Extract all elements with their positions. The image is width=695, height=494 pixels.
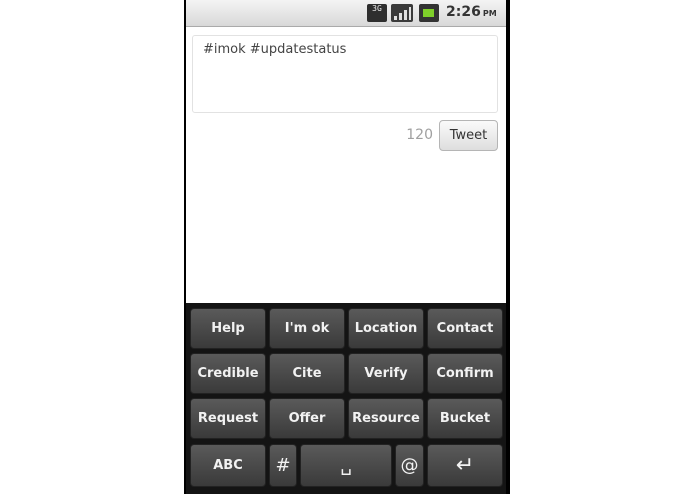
custom-keyboard: Help I'm ok Location Contact Credible Ci… bbox=[186, 303, 506, 494]
key-credible[interactable]: Credible bbox=[190, 353, 266, 394]
tweet-text-input[interactable]: #imok #updatestatus bbox=[192, 35, 498, 113]
key-cite[interactable]: Cite bbox=[269, 353, 345, 394]
key-contact[interactable]: Contact bbox=[427, 308, 503, 349]
key-confirm[interactable]: Confirm bbox=[427, 353, 503, 394]
status-bar: 3G 2:26 PM bbox=[186, 0, 506, 27]
compose-area: #imok #updatestatus 120 Tweet bbox=[186, 27, 506, 304]
signal-icon bbox=[391, 4, 413, 22]
character-counter: 120 bbox=[406, 127, 433, 143]
key-space[interactable]: ␣ bbox=[300, 444, 392, 487]
key-hash[interactable]: # bbox=[269, 444, 297, 487]
phone-screen: 3G 2:26 PM #imok #updatestatus 120 Tweet … bbox=[184, 0, 510, 494]
key-location[interactable]: Location bbox=[348, 308, 424, 349]
network-3g-icon: 3G bbox=[367, 4, 387, 22]
key-im-ok[interactable]: I'm ok bbox=[269, 308, 345, 349]
key-offer[interactable]: Offer bbox=[269, 398, 345, 439]
key-help[interactable]: Help bbox=[190, 308, 266, 349]
key-resource[interactable]: Resource bbox=[348, 398, 424, 439]
key-at[interactable]: @ bbox=[395, 444, 424, 487]
key-bucket[interactable]: Bucket bbox=[427, 398, 503, 439]
status-clock: 2:26 PM bbox=[446, 4, 497, 20]
key-verify[interactable]: Verify bbox=[348, 353, 424, 394]
key-abc[interactable]: ABC bbox=[190, 444, 266, 487]
tweet-button[interactable]: Tweet bbox=[439, 120, 498, 151]
network-type-label: 3G bbox=[372, 4, 382, 13]
key-enter[interactable]: ↵ bbox=[427, 444, 503, 487]
key-request[interactable]: Request bbox=[190, 398, 266, 439]
battery-icon bbox=[419, 4, 439, 22]
